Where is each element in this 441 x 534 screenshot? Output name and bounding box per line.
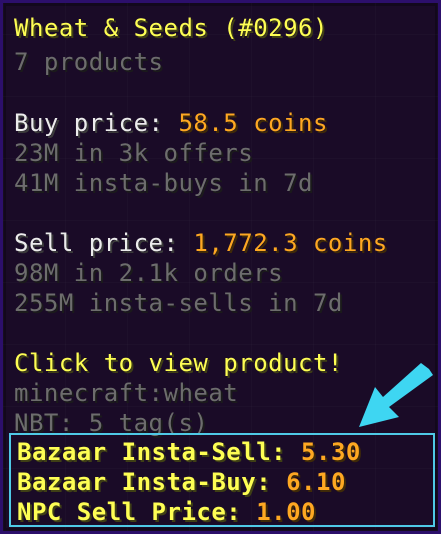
- npc-sell-label: NPC Sell Price:: [17, 498, 257, 526]
- buy-insta: 41M insta-buys in 7d: [14, 169, 313, 197]
- buy-offers: 23M in 3k offers: [14, 139, 254, 167]
- insta-sell-value: 5.30: [301, 438, 361, 466]
- price-summary-box: Bazaar Insta-Sell: 5.30 Bazaar Insta-Buy…: [9, 433, 435, 527]
- npc-sell-line: NPC Sell Price: 1.00: [17, 497, 316, 527]
- insta-buy-value: 6.10: [286, 468, 346, 496]
- click-hint[interactable]: Click to view product!: [14, 348, 343, 378]
- item-id: minecraft:wheat: [14, 379, 239, 407]
- sell-insta: 255M insta-sells in 7d: [14, 289, 343, 317]
- insta-buy-line: Bazaar Insta-Buy: 6.10: [17, 467, 346, 497]
- item-tooltip: Wheat & Seeds (#0296) 7 products Buy pri…: [0, 0, 441, 534]
- insta-sell-label: Bazaar Insta-Sell:: [17, 438, 302, 466]
- insta-buy-label: Bazaar Insta-Buy:: [17, 468, 287, 496]
- npc-sell-value: 1.00: [256, 498, 316, 526]
- tooltip-subtitle: 7 products: [14, 48, 164, 76]
- buy-price-value: 58.5 coins: [178, 109, 328, 137]
- sell-price-value: 1,772.3 coins: [193, 229, 388, 257]
- arrow-down-left-icon: [359, 363, 433, 427]
- buy-price-line: Buy price: 58.5 coins: [14, 108, 328, 138]
- buy-price-label: Buy price:: [14, 109, 179, 137]
- insta-sell-line: Bazaar Insta-Sell: 5.30: [17, 437, 361, 467]
- sell-price-label: Sell price:: [14, 229, 194, 257]
- sell-price-line: Sell price: 1,772.3 coins: [14, 228, 388, 258]
- sell-orders: 98M in 2.1k orders: [14, 259, 284, 287]
- tooltip-title: Wheat & Seeds (#0296): [14, 14, 328, 42]
